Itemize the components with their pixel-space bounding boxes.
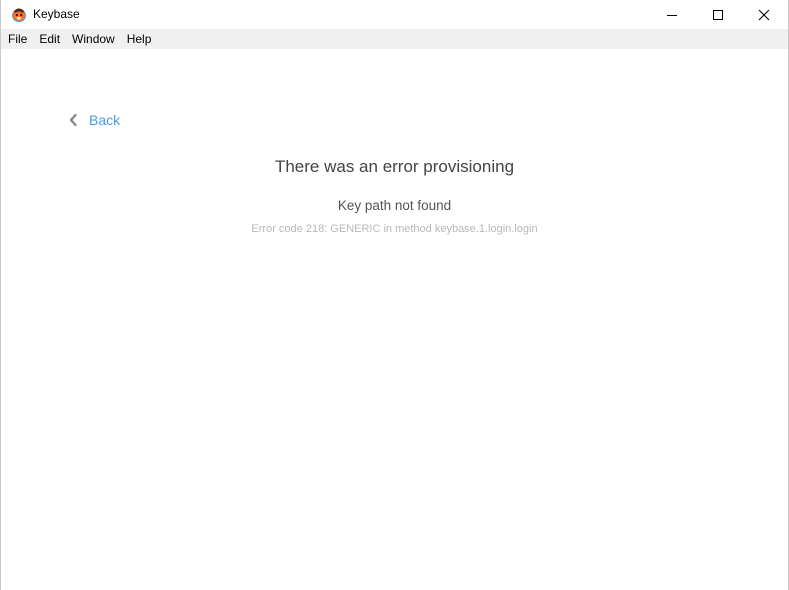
menu-file[interactable]: File xyxy=(1,29,33,49)
window-title: Keybase xyxy=(33,7,80,21)
maximize-icon xyxy=(713,9,723,20)
minimize-button[interactable] xyxy=(649,0,695,29)
error-title: There was an error provisioning xyxy=(274,157,515,176)
keybase-logo-icon xyxy=(10,5,28,23)
maximize-button[interactable] xyxy=(695,0,741,29)
close-button[interactable] xyxy=(741,0,787,29)
menu-help[interactable]: Help xyxy=(121,29,158,49)
back-button[interactable]: Back xyxy=(68,111,120,129)
error-detail: Error code 218: GENERIC in method keybas… xyxy=(251,223,538,235)
chevron-left-icon xyxy=(68,113,78,127)
app-window: Keybase File Edit Window Help Back There… xyxy=(0,0,789,590)
menu-bar: File Edit Window Help xyxy=(1,29,788,49)
close-icon xyxy=(758,9,770,20)
back-label: Back xyxy=(89,112,121,128)
error-message: Key path not found xyxy=(337,198,452,213)
main-content: Back There was an error provisioning Key… xyxy=(1,49,788,590)
title-bar[interactable]: Keybase xyxy=(1,0,788,29)
menu-window[interactable]: Window xyxy=(66,29,121,49)
menu-edit[interactable]: Edit xyxy=(33,29,66,49)
minimize-icon xyxy=(667,14,677,16)
